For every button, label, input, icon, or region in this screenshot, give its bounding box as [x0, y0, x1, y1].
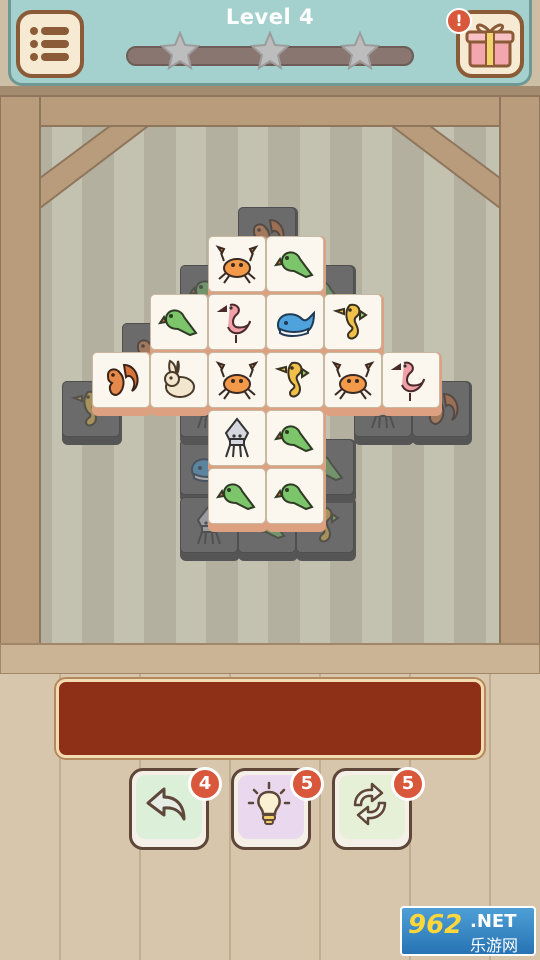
tile-crab[interactable] [208, 352, 268, 416]
tile-face [266, 236, 324, 292]
parrot-icon [273, 483, 314, 511]
tile-face [208, 294, 266, 350]
hint-button[interactable]: 5 [231, 767, 324, 850]
parrot-icon [273, 425, 314, 453]
tile-parrot[interactable] [266, 236, 326, 300]
parrot-icon [157, 309, 198, 337]
tile-face [266, 468, 324, 524]
crab-icon [215, 361, 259, 400]
squirrel-icon [106, 363, 139, 397]
tile-face [324, 294, 382, 350]
watermark-chinese: 乐游网 [470, 936, 519, 955]
tile-face [208, 236, 266, 292]
site-watermark: 962 .NET 乐游网 [400, 906, 536, 956]
tile-tray [56, 679, 484, 758]
tile-face [208, 468, 266, 524]
crab-icon [331, 361, 375, 400]
flamingo-icon [216, 303, 251, 343]
tile-parrot[interactable] [266, 410, 326, 474]
undo-button[interactable]: 4 [129, 767, 222, 850]
tile-face [324, 352, 382, 408]
tile-face [266, 294, 324, 350]
hint-count-badge: 5 [290, 767, 324, 801]
tile-face [208, 352, 266, 408]
watermark-domain: .NET [470, 911, 517, 932]
shuffle-count-badge: 5 [391, 767, 425, 801]
shuffle-icon [353, 782, 387, 826]
tile-flamingo[interactable] [382, 352, 442, 416]
tile-squirrel[interactable] [92, 352, 152, 416]
tile-flamingo[interactable] [208, 294, 268, 358]
tile-crab[interactable] [208, 236, 268, 300]
rabbit-icon [164, 359, 195, 398]
tile-seahorse[interactable] [324, 294, 384, 358]
tile-face [266, 410, 324, 466]
tile-parrot[interactable] [266, 468, 326, 532]
flamingo-icon [390, 361, 425, 401]
parrot-icon [273, 251, 314, 279]
watermark-number: 962 [408, 910, 463, 940]
parrot-icon [215, 483, 256, 511]
tile-face [150, 352, 208, 408]
seahorse-icon [332, 303, 368, 340]
tile-seahorse[interactable] [266, 352, 326, 416]
crab-icon [215, 245, 259, 284]
tile-face [150, 294, 208, 350]
tile-parrot[interactable] [208, 468, 268, 532]
tile-crab[interactable] [324, 352, 384, 416]
tile-parrot[interactable] [150, 294, 210, 358]
tile-whale[interactable] [266, 294, 326, 358]
tile-face [266, 352, 324, 408]
tile-face [208, 410, 266, 466]
lightbulb-icon [247, 781, 291, 825]
shuffle-button[interactable]: 5 [332, 767, 425, 850]
whale-icon [276, 310, 316, 337]
seahorse-icon [274, 361, 310, 398]
undo-count-badge: 4 [188, 767, 222, 801]
tile-rabbit[interactable] [150, 352, 210, 416]
tile-face [382, 352, 440, 408]
tile-face [92, 352, 150, 408]
tile-squid[interactable] [208, 410, 268, 474]
undo-arrow-icon [146, 787, 186, 821]
squid-icon [224, 417, 250, 458]
